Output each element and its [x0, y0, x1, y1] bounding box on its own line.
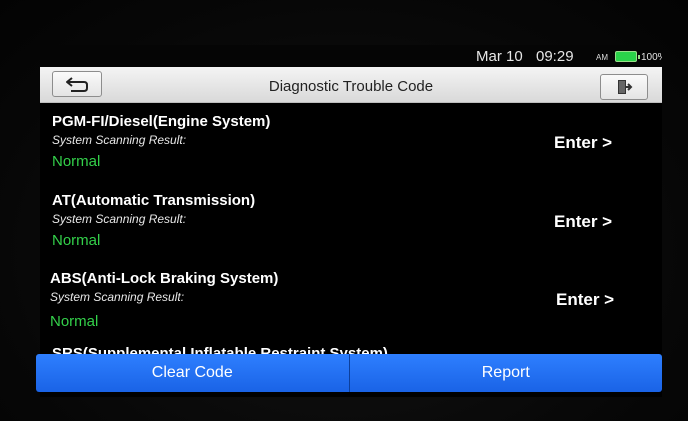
system-name: AT(Automatic Transmission)	[52, 192, 256, 209]
enter-button[interactable]: Enter >	[554, 212, 612, 232]
device-screen: Mar 10 09:29 AM 100% Diagnostic Trouble …	[40, 45, 662, 397]
status-date: Mar 10	[476, 48, 523, 65]
system-row[interactable]: ABS(Anti-Lock Braking System) System Sca…	[40, 260, 662, 338]
report-button[interactable]: Report	[350, 354, 663, 392]
system-name: PGM-FI/Diesel(Engine System)	[52, 113, 271, 130]
battery-icon	[615, 51, 640, 62]
title-bar: Diagnostic Trouble Code	[40, 67, 662, 103]
enter-button[interactable]: Enter >	[554, 133, 612, 153]
system-result-value: Normal	[52, 232, 101, 249]
battery-percent: 100%	[641, 52, 662, 63]
page-title: Diagnostic Trouble Code	[268, 78, 434, 95]
system-result-label: System Scanning Result:	[52, 133, 187, 147]
status-ampm: AM	[596, 53, 608, 62]
exit-door-icon	[618, 80, 633, 94]
system-name: ABS(Anti-Lock Braking System)	[50, 270, 279, 287]
system-result-value: Normal	[50, 313, 99, 330]
system-result-value: Normal	[52, 153, 101, 170]
status-time: 09:29	[536, 48, 574, 65]
system-result-label: System Scanning Result:	[52, 212, 187, 226]
enter-button[interactable]: Enter >	[556, 290, 614, 310]
system-row[interactable]: PGM-FI/Diesel(Engine System) System Scan…	[40, 103, 662, 181]
status-bar: Mar 10 09:29 AM 100%	[40, 45, 662, 67]
system-row[interactable]: AT(Automatic Transmission) System Scanni…	[40, 182, 662, 260]
action-bar: Clear Code Report	[36, 354, 662, 392]
clear-code-button[interactable]: Clear Code	[36, 354, 349, 392]
exit-button[interactable]	[600, 74, 648, 100]
system-result-label: System Scanning Result:	[50, 290, 185, 304]
